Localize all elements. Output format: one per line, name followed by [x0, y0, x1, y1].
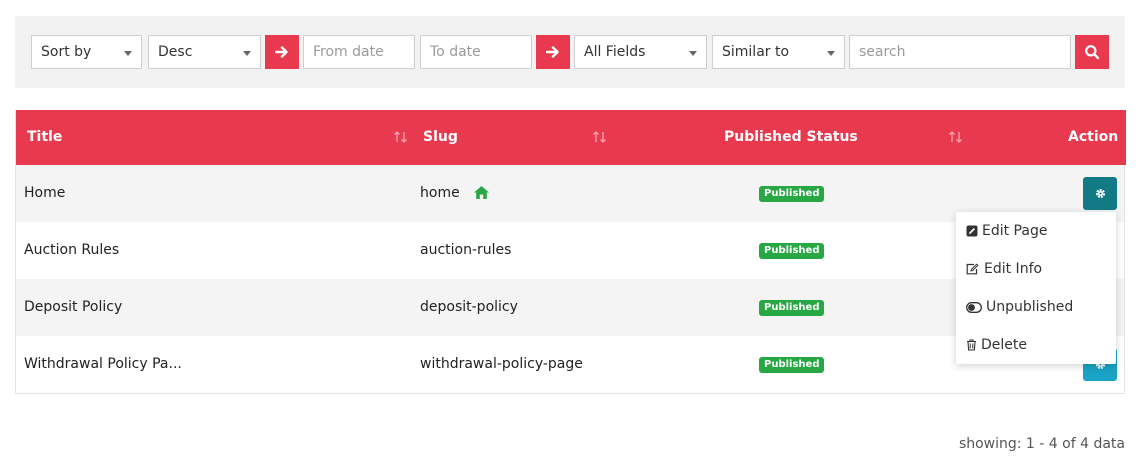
- status-badge: Published: [759, 300, 825, 316]
- toggle-icon: [966, 301, 982, 313]
- field-select[interactable]: All Fields: [574, 35, 707, 69]
- pagination-info: showing: 1 - 4 of 4 data: [958, 436, 1125, 452]
- menu-item-unpublished[interactable]: Unpublished: [966, 299, 1073, 315]
- arrow-right-icon: [275, 46, 288, 58]
- to-date-input[interactable]: To date: [420, 35, 532, 69]
- row-slug: home: [420, 185, 460, 201]
- row-title: Deposit Policy: [24, 299, 123, 315]
- row-title: Home: [24, 185, 66, 201]
- row-title: Withdrawal Policy Pa...: [24, 356, 182, 372]
- sort-arrows-icon[interactable]: [592, 130, 608, 144]
- match-select[interactable]: Similar to: [712, 35, 845, 69]
- menu-item-label: Edit Page: [982, 223, 1048, 239]
- sort-by-select[interactable]: Sort by: [31, 35, 142, 69]
- status-badge: Published: [759, 186, 825, 202]
- menu-item-edit-page[interactable]: Edit Page: [966, 223, 1047, 239]
- row-title: Auction Rules: [24, 242, 120, 258]
- row-slug: auction-rules: [420, 242, 512, 258]
- action-dropdown-menu: Edit Page Edit Info Unpublished Delete: [956, 212, 1116, 364]
- pencil-square-icon: [966, 263, 979, 275]
- chevron-down-icon: [124, 51, 132, 56]
- apply-sort-button[interactable]: [265, 35, 299, 69]
- sort-by-label: Sort by: [41, 44, 92, 60]
- header-slug[interactable]: Slug: [423, 129, 458, 145]
- status-badge: Published: [759, 243, 825, 259]
- order-select[interactable]: Desc: [148, 35, 261, 69]
- trash-icon: [967, 339, 976, 351]
- chevron-down-icon: [827, 51, 835, 56]
- chevron-down-icon: [243, 51, 251, 56]
- header-status[interactable]: Published Status: [724, 129, 858, 145]
- sort-arrows-icon[interactable]: [948, 130, 964, 144]
- filter-bar: Sort by Desc From date To date All Field…: [15, 16, 1125, 88]
- menu-item-label: Edit Info: [984, 261, 1043, 277]
- arrow-right-icon: [546, 46, 559, 58]
- edit-square-icon: [966, 225, 978, 237]
- table-header: Title Slug Published Status Action: [16, 110, 1126, 165]
- menu-item-delete[interactable]: Delete: [966, 337, 1027, 353]
- from-date-placeholder: From date: [313, 44, 384, 60]
- status-badge: Published: [759, 357, 825, 373]
- search-placeholder: search: [859, 44, 906, 60]
- order-label: Desc: [158, 44, 193, 60]
- match-label: Similar to: [722, 44, 790, 60]
- field-label: All Fields: [584, 44, 646, 60]
- chevron-down-icon: [689, 51, 697, 56]
- home-icon: [474, 186, 489, 199]
- to-date-placeholder: To date: [430, 44, 481, 60]
- row-slug: deposit-policy: [420, 299, 518, 315]
- row-action-button[interactable]: [1083, 177, 1117, 210]
- search-input[interactable]: search: [849, 35, 1071, 69]
- sort-arrows-icon[interactable]: [393, 130, 409, 144]
- gear-icon: [1095, 188, 1105, 199]
- menu-item-label: Delete: [981, 337, 1027, 353]
- menu-item-edit-info[interactable]: Edit Info: [966, 261, 1042, 277]
- search-button[interactable]: [1075, 35, 1109, 69]
- header-title[interactable]: Title: [27, 129, 62, 145]
- header-action: Action: [1068, 129, 1119, 145]
- menu-item-label: Unpublished: [986, 299, 1074, 315]
- search-icon: [1085, 45, 1100, 60]
- from-date-input[interactable]: From date: [303, 35, 415, 69]
- row-slug: withdrawal-policy-page: [420, 356, 583, 372]
- apply-date-button[interactable]: [536, 35, 570, 69]
